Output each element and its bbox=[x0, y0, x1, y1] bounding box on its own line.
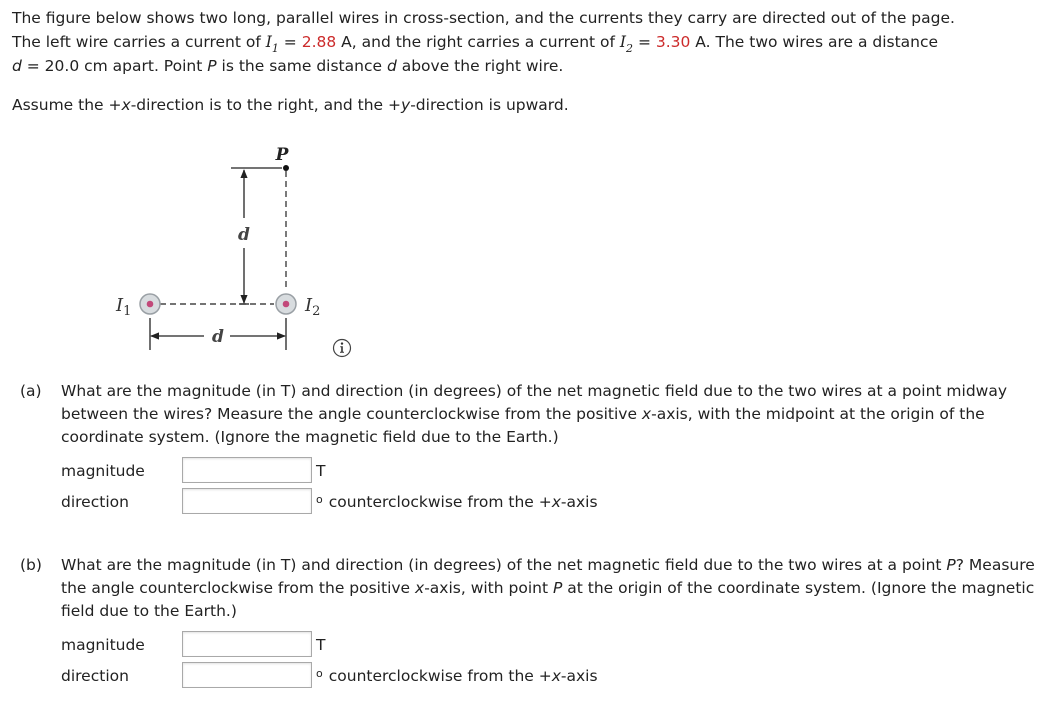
info-icon[interactable] bbox=[332, 338, 352, 358]
assume-text: Assume the + bbox=[12, 96, 122, 114]
intro-text: = 20.0 cm apart. Point bbox=[21, 57, 208, 75]
part-a-direction-input[interactable] bbox=[182, 488, 312, 514]
intro-text: = bbox=[633, 33, 656, 51]
current-2-value: 3.30 bbox=[655, 33, 691, 51]
part-a-direction-row: direction o counterclockwise from the +x-… bbox=[61, 488, 761, 518]
intro-text: above the right wire. bbox=[396, 57, 564, 75]
degree-symbol: o bbox=[316, 493, 323, 506]
point-P-dot bbox=[283, 165, 289, 171]
intro-text: is the same distance bbox=[216, 57, 387, 75]
magnitude-unit: T bbox=[316, 636, 326, 654]
magnitude-label: magnitude bbox=[61, 462, 145, 480]
part-a-question: What are the magnitude (in T) and direct… bbox=[61, 382, 1008, 446]
part-b: (b) What are the magnitude (in T) and di… bbox=[20, 554, 1050, 694]
part-b-magnitude-row: magnitude T bbox=[61, 631, 761, 661]
point-symbol: P bbox=[207, 57, 217, 75]
assume-text: -direction is upward. bbox=[410, 96, 569, 114]
magnitude-unit: T bbox=[316, 462, 326, 480]
direction-label: direction bbox=[61, 667, 129, 685]
intro-text: A. The two wires are a distance bbox=[690, 33, 939, 51]
direction-label: direction bbox=[61, 493, 129, 511]
label-P: P bbox=[275, 145, 290, 165]
intro-text: The left wire carries a current of bbox=[12, 33, 266, 51]
part-b-magnitude-input[interactable] bbox=[182, 631, 312, 657]
current-1-value: 2.88 bbox=[301, 33, 337, 51]
intro-paragraph: The figure below shows two long, paralle… bbox=[12, 6, 1052, 78]
distance-symbol: d bbox=[12, 57, 22, 75]
wires-figure: P d I1 I2 d bbox=[115, 145, 320, 350]
wire-2-out-of-page-dot bbox=[282, 300, 290, 308]
intro-text: A, and the right carries a current of bbox=[336, 33, 620, 51]
intro-line-1: The figure below shows two long, paralle… bbox=[12, 9, 955, 27]
current-symbol-1: I1 bbox=[265, 33, 279, 55]
problem-statement: The figure below shows two long, paralle… bbox=[12, 6, 1052, 117]
part-a-magnitude-input[interactable] bbox=[182, 457, 312, 483]
part-a: (a) What are the magnitude (in T) and di… bbox=[20, 380, 1050, 520]
distance-symbol: d bbox=[386, 57, 397, 75]
label-I1: I1 bbox=[115, 295, 131, 319]
y-symbol: y bbox=[401, 96, 411, 114]
axis-assumption: Assume the +x-direction is to the right,… bbox=[12, 93, 1052, 117]
part-a-magnitude-row: magnitude T bbox=[61, 457, 761, 487]
part-b-question: What are the magnitude (in T) and direct… bbox=[61, 556, 1035, 620]
part-b-direction-row: direction o counterclockwise from the +x-… bbox=[61, 662, 761, 692]
wire-1-out-of-page-dot bbox=[146, 300, 154, 308]
x-symbol: x bbox=[121, 96, 131, 114]
direction-unit: o counterclockwise from the +x-axis bbox=[316, 667, 598, 685]
label-I2: I2 bbox=[304, 295, 320, 319]
assume-text: -direction is to the right, and the + bbox=[130, 96, 402, 114]
label-d-horizontal: d bbox=[212, 327, 224, 347]
part-b-letter: (b) bbox=[20, 556, 42, 574]
magnitude-label: magnitude bbox=[61, 636, 145, 654]
intro-text: = bbox=[278, 33, 302, 51]
label-d-vertical: d bbox=[238, 225, 250, 245]
current-symbol-2: I2 bbox=[619, 33, 634, 55]
direction-unit: o counterclockwise from the +x-axis bbox=[316, 493, 598, 511]
part-b-direction-input[interactable] bbox=[182, 662, 312, 688]
degree-symbol: o bbox=[316, 667, 323, 680]
part-a-letter: (a) bbox=[20, 382, 42, 400]
